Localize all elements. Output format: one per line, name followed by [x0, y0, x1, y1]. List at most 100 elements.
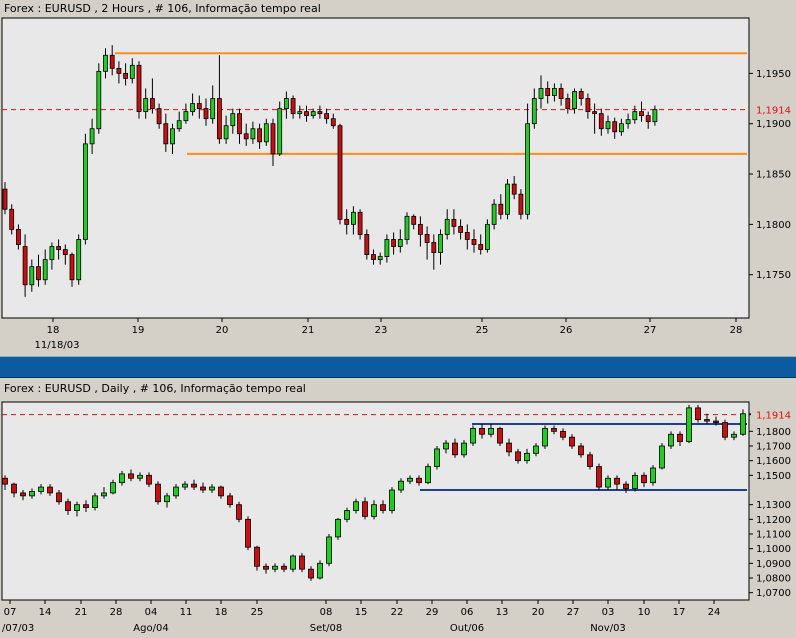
bottom-chart[interactable]: 1,1800 1,1700 1,1600 1,1500 1,1300 1,1200 1,11… [0, 380, 796, 638]
candle-body [62, 249, 68, 255]
candle-body [272, 565, 278, 570]
candle-body [196, 103, 202, 110]
top-chart[interactable]: 1,1950 1,1900 1,1850 1,1800 1,1750 1,1914 18 19… [0, 0, 796, 358]
candle-body [380, 504, 386, 511]
candle-body [137, 474, 143, 479]
x-sub-label: Set/08 [310, 623, 343, 634]
candle-body [299, 555, 305, 570]
candle-body [290, 555, 296, 570]
candle-body [243, 133, 249, 140]
candle-body [47, 486, 53, 494]
candle-body [9, 208, 15, 230]
candle-body [533, 445, 539, 454]
x-tick-label: 06 [461, 607, 474, 618]
candle-body [200, 486, 206, 491]
candle-body [42, 259, 48, 281]
candle-body [191, 483, 197, 488]
candle-body [695, 407, 701, 421]
candle-body [326, 536, 332, 564]
candle-body [565, 98, 571, 110]
candle-body [344, 510, 350, 520]
candle-body [308, 568, 314, 579]
candle-body [668, 433, 674, 447]
candle-body [391, 239, 397, 247]
candle-body [471, 239, 477, 245]
x-tick-label: 27 [644, 325, 657, 336]
x-tick-label: 23 [375, 325, 388, 336]
candle-body [444, 218, 450, 235]
candle-body [335, 518, 341, 538]
candle-body [491, 203, 497, 225]
candle-body [560, 430, 566, 438]
candle-body [404, 215, 410, 240]
candle-body [452, 442, 458, 456]
candle-body [362, 501, 368, 517]
candle-body [277, 108, 283, 155]
current-price-label: 1,1914 [756, 106, 791, 117]
candle-body [330, 118, 336, 127]
x-tick-label: 18 [215, 607, 228, 618]
candle-body [722, 422, 728, 438]
x-sub-label: Out/06 [450, 623, 484, 634]
candle-body [451, 218, 457, 227]
x-tick-label: 10 [638, 607, 651, 618]
candle-body [15, 229, 21, 245]
candle-body [558, 88, 564, 99]
pane-splitter[interactable] [0, 356, 796, 378]
x-tick-label: 17 [673, 607, 686, 618]
candle-body [438, 234, 443, 253]
candle-body [531, 98, 537, 125]
candle-body [76, 239, 82, 281]
x-tick-label: 25 [251, 607, 264, 618]
candle-body [210, 98, 216, 120]
candle-body [587, 454, 593, 467]
candle-body [101, 492, 107, 497]
candle-body [551, 428, 557, 432]
candle-body [257, 128, 263, 143]
y-tick-label: 1,1800 [756, 220, 791, 231]
candle-body [304, 111, 309, 117]
current-price-label: 1,1914 [756, 411, 791, 422]
candle-body [203, 108, 209, 120]
candle-body [605, 121, 611, 130]
y-tick-label: 1,1200 [756, 515, 791, 526]
candle-body [227, 495, 233, 506]
candle-body [515, 451, 521, 462]
candle-body [505, 183, 510, 215]
candle-body [250, 128, 256, 140]
candle-body [524, 452, 530, 462]
candle-body [22, 246, 28, 286]
candle-body [310, 111, 316, 117]
y-tick-label: 1,1000 [756, 544, 791, 555]
x-tick-label: 28 [110, 607, 123, 618]
candle-body [470, 428, 476, 444]
candle-body [357, 211, 363, 235]
x-tick-label: 21 [75, 607, 88, 618]
candle-body [344, 218, 350, 225]
candle-body [110, 482, 116, 494]
candle-body [89, 128, 95, 145]
candle-body [143, 98, 149, 113]
candle-body [163, 123, 169, 145]
candle-body [398, 480, 404, 491]
x-tick-label: 22 [391, 607, 404, 618]
x-tick-label: 04 [145, 607, 158, 618]
y-tick-label: 1,0900 [756, 559, 791, 570]
candle-body [425, 466, 431, 484]
x-tick-label: 20 [532, 607, 545, 618]
candle-body [136, 64, 142, 113]
candle-body [29, 491, 35, 497]
candle-body [209, 486, 215, 491]
candle-body [128, 473, 134, 479]
candle-body [479, 428, 485, 435]
x-tick-label: 15 [355, 607, 368, 618]
x-tick-label: 08 [320, 607, 333, 618]
candle-body [632, 474, 638, 489]
x-tick-label: 20 [216, 325, 229, 336]
candle-body [397, 239, 403, 247]
candle-body [38, 486, 44, 492]
candle-body [173, 486, 179, 497]
y-tick-label: 1,0800 [756, 574, 791, 585]
y-tick-label: 1,1500 [756, 471, 791, 482]
candle-body [20, 492, 26, 497]
